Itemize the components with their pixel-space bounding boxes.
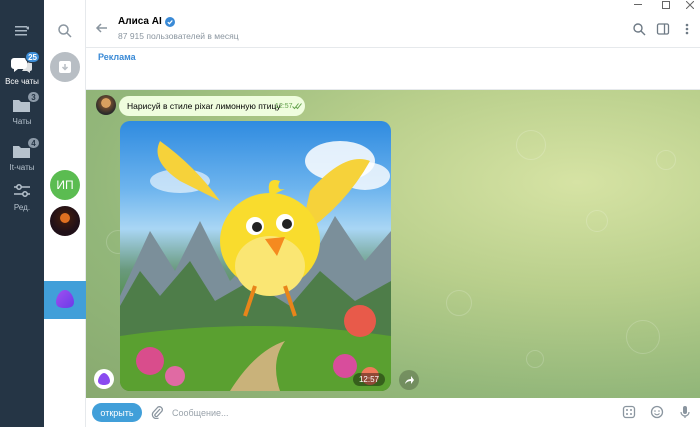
folder-rail: 25 Все чаты 3 Чаты 4 It-чаты Ред. [0,0,44,427]
search-icon [633,23,646,36]
folder-all-chats[interactable]: 25 Все чаты [0,51,44,94]
paperclip-icon [151,406,163,420]
search-icon [58,24,72,38]
voice-message-button[interactable] [678,405,692,419]
back-button[interactable] [94,20,110,36]
chat-avatar-photo[interactable] [50,206,80,236]
chat-avatar-alice[interactable] [51,285,79,313]
image-message[interactable]: 12:57 [120,121,391,391]
sidebar-icon [656,23,670,35]
avatar-initials: ИП [56,178,74,192]
arrow-left-icon [95,23,107,33]
sponsored-bar[interactable]: Реклама [86,48,700,90]
share-arrow-icon [405,376,414,384]
unread-badge: 3 [27,91,40,103]
outgoing-message[interactable]: Нарисуй в стиле pixar лимонную птицу 12:… [119,96,305,116]
chat-title-row[interactable]: Алиса AI [118,16,175,27]
minimize-button[interactable] [628,0,648,10]
my-avatar[interactable] [96,95,116,115]
maximize-button[interactable] [656,0,676,10]
command-grid-icon [622,405,636,419]
open-bot-button[interactable]: открыть [92,403,142,422]
hamburger-icon [15,26,29,36]
close-window-button[interactable] [680,0,700,10]
ad-label: Реклама [98,52,136,62]
bot-avatar[interactable] [94,369,114,389]
chat-avatar-ip[interactable]: ИП [50,170,80,200]
archive-chat[interactable] [50,52,80,82]
alice-logo-icon [98,373,110,385]
folder-label: It-чаты [9,163,35,172]
main-menu-button[interactable] [0,16,44,46]
folder-chats[interactable]: 3 Чаты [0,91,44,134]
message-composer: открыть [86,398,700,427]
image-time: 12:57 [352,373,385,386]
archive-icon [59,61,71,73]
folder-label: Ред. [13,203,31,212]
unread-badge: 25 [25,51,40,63]
forward-button[interactable] [399,370,419,390]
chat-subtitle: 87 915 пользователей в месяц [118,31,239,41]
message-text: Нарисуй в стиле pixar лимонную птицу [127,101,281,111]
chat-header: Алиса AI 87 915 пользователей в месяц [86,10,700,48]
more-options-button[interactable] [680,22,694,36]
read-checkmarks-icon [291,103,302,110]
folder-label: Чаты [12,117,32,126]
emoji-button[interactable] [650,405,664,419]
folder-edit[interactable]: Ред. [0,180,44,220]
microphone-icon [680,406,690,418]
alice-logo-icon [56,290,74,308]
attach-button[interactable] [150,405,164,420]
search-in-chat-button[interactable] [632,22,646,36]
chat-list: ИП [44,0,86,427]
bot-commands-button[interactable] [622,405,636,419]
message-time: 12:57 [275,103,293,110]
toggle-sidebar-button[interactable] [656,22,670,36]
message-input[interactable] [172,404,572,421]
generated-image [120,141,391,391]
more-vertical-icon [685,23,689,35]
edit-filters-icon [14,184,30,197]
folder-label: Все чаты [5,77,39,86]
unread-badge: 4 [27,137,40,149]
folder-it-chats[interactable]: 4 It-чаты [0,137,44,180]
smile-icon [650,405,664,419]
verified-icon [164,16,175,27]
chat-title: Алиса AI [118,16,162,27]
search-chats-button[interactable] [56,22,74,40]
